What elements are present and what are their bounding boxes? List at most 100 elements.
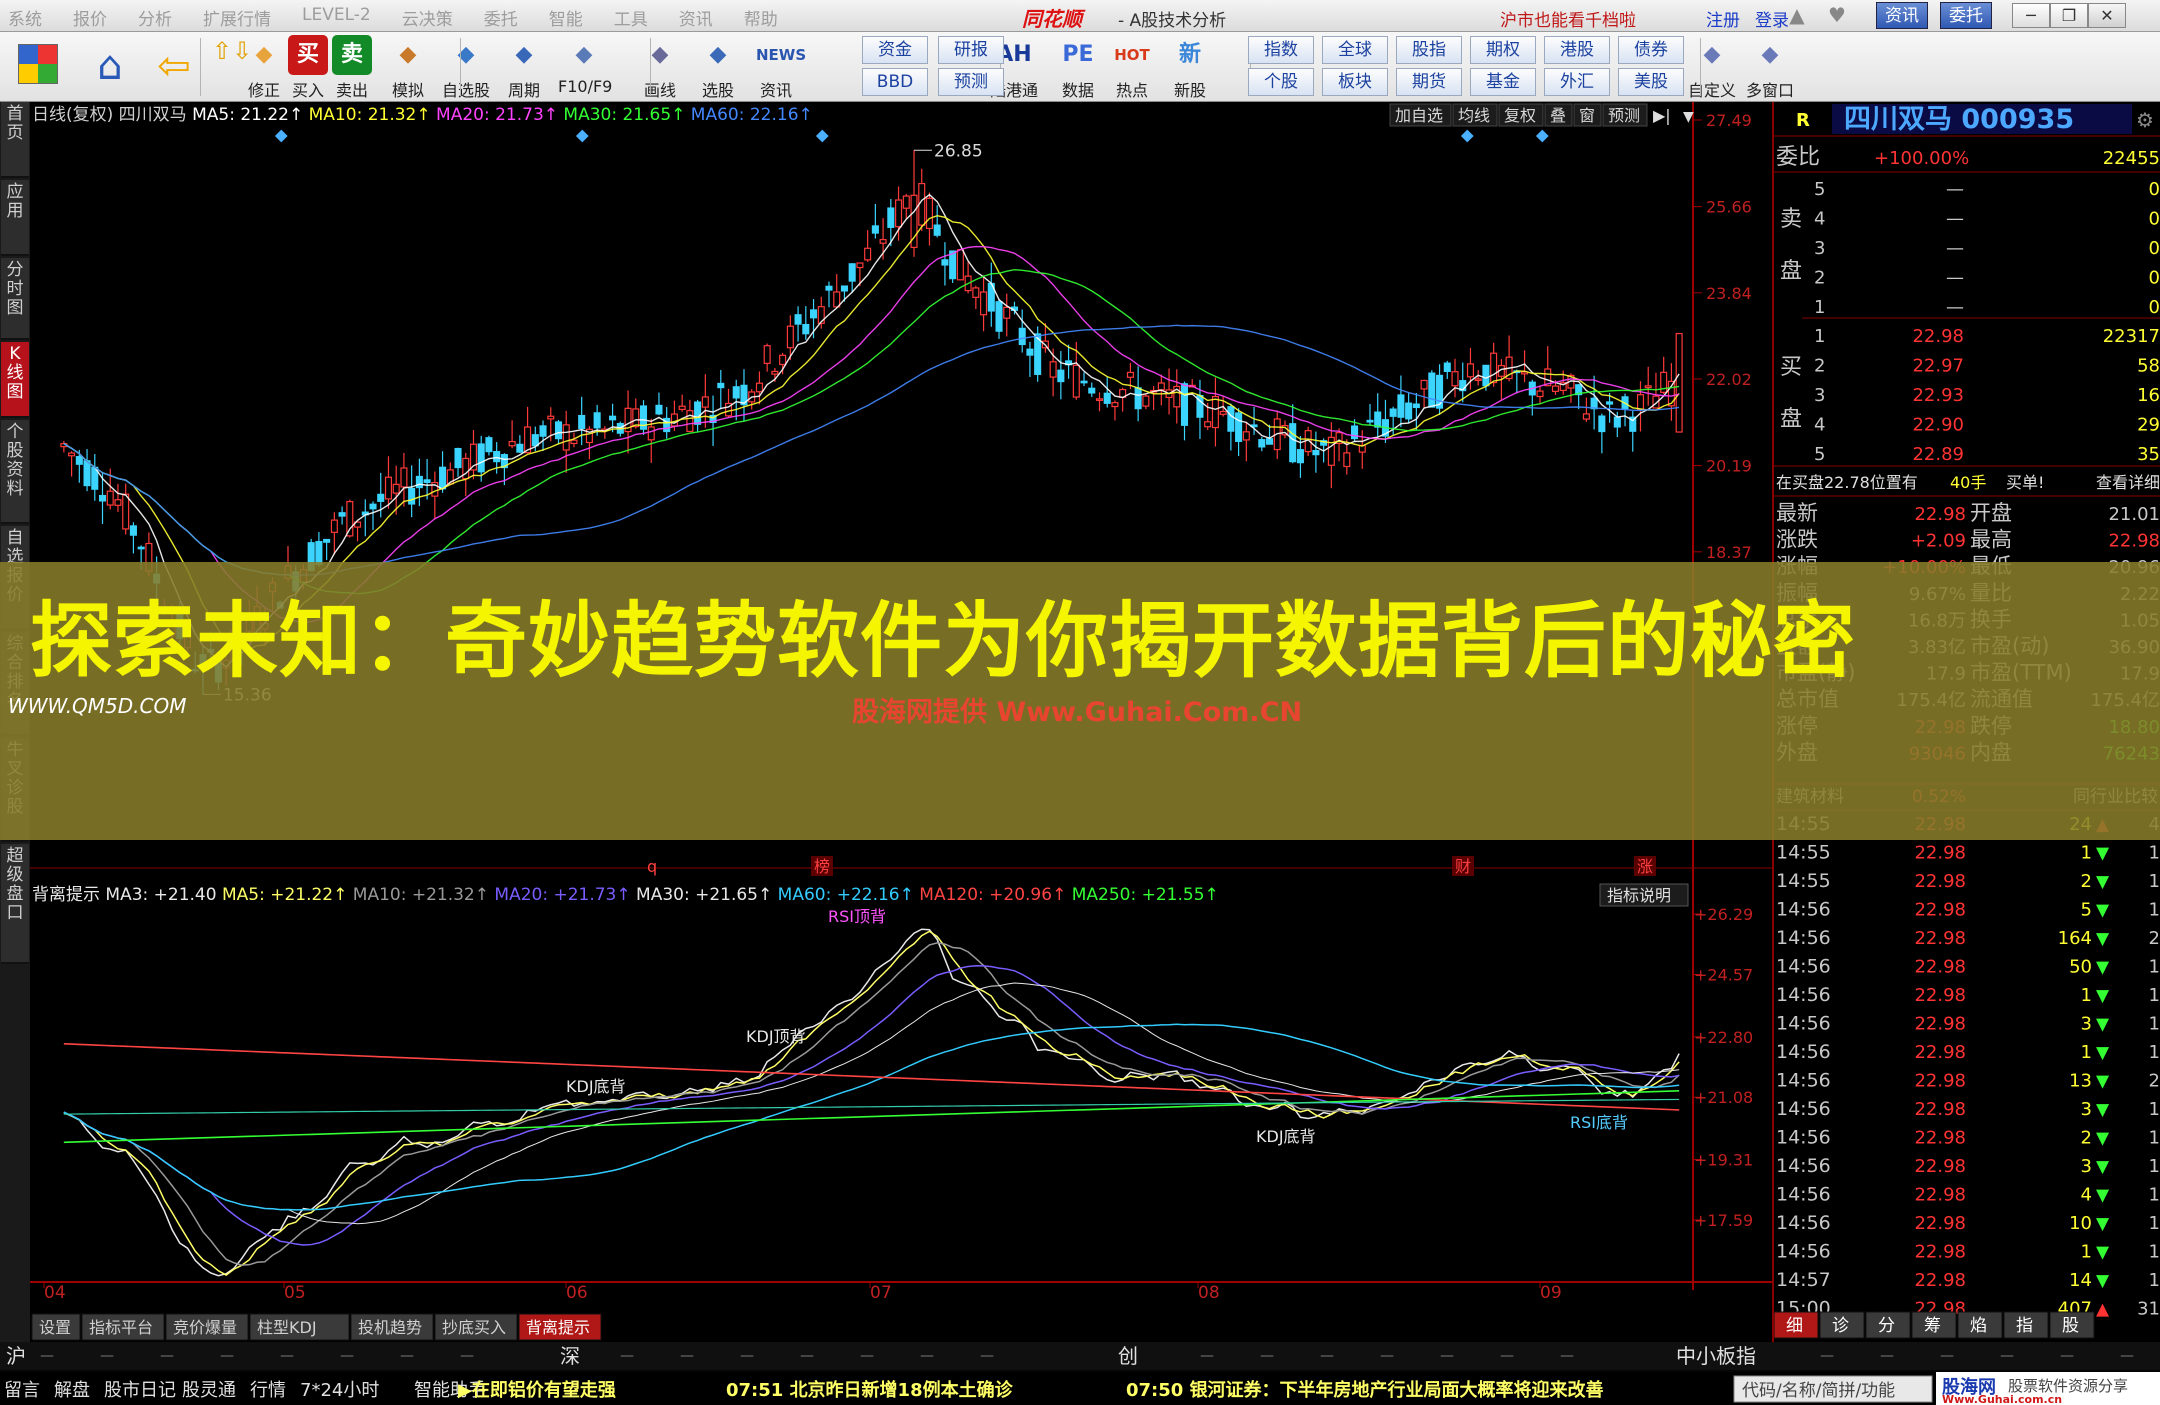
block-button-板块[interactable]: 板块 (1322, 68, 1388, 96)
settings-icon[interactable]: ⚙ (2136, 108, 2154, 132)
block-button-BBD[interactable]: BBD (862, 68, 928, 96)
status-link-7*24小时[interactable]: 7*24小时 (300, 1380, 379, 1401)
detail-tab-细[interactable]: 细 (1786, 1316, 1803, 1336)
search-placeholder[interactable]: 代码/名称/简拼/功能 (1742, 1381, 1895, 1401)
toolbar-button-自定义[interactable]: ◆ 自定义 (1686, 35, 1738, 101)
indicator-tab-背离提示[interactable]: 背离提示 (526, 1318, 590, 1337)
toolbar-button-热点[interactable]: HOT 热点 (1106, 35, 1158, 101)
detail-tab-分[interactable]: 分 (1878, 1316, 1895, 1336)
login-link[interactable]: 登录 (1755, 6, 1789, 31)
gift-icon[interactable]: ♥ (1825, 4, 1849, 26)
menu-item-3[interactable]: 扩展行情 (203, 5, 271, 30)
indicator-tab-指标平台[interactable]: 指标平台 (89, 1318, 153, 1337)
index-创[interactable]: 创 (1118, 1344, 1138, 1368)
index-中小板指[interactable]: 中小板指 (1676, 1344, 1756, 1368)
indicator-explain-button[interactable]: 指标说明 (1607, 886, 1671, 905)
chart-button-加自选[interactable]: 加自选 (1395, 106, 1443, 125)
event-marker-3[interactable]: 涨 (1637, 857, 1653, 876)
detail-tab-筹[interactable]: 筹 (1924, 1316, 1941, 1336)
detail-tab-诊[interactable]: 诊 (1832, 1316, 1849, 1336)
news-ticker-1[interactable]: ▶在即铝价有望走强 (458, 1379, 616, 1401)
block-button-期货[interactable]: 期货 (1396, 68, 1462, 96)
back-icon[interactable]: ⇦ (148, 40, 200, 92)
block-button-外汇[interactable]: 外汇 (1544, 68, 1610, 96)
sidebar-tab-2[interactable]: 分时图 (1, 258, 29, 340)
logo-icon[interactable] (18, 44, 58, 84)
sidebar-tab-8[interactable]: 超级盘口 (1, 844, 29, 964)
toolbar-button-模拟[interactable]: ◆ 模拟 (382, 35, 434, 101)
toolbar-button-卖出[interactable]: 卖卖出 (326, 35, 378, 101)
indicator-tab-柱型KDJ[interactable]: 柱型KDJ (257, 1318, 317, 1337)
block-button-个股[interactable]: 个股 (1248, 68, 1314, 96)
menu-item-8[interactable]: 工具 (614, 5, 648, 30)
sidebar-tab-4[interactable]: 个股资料 (1, 420, 29, 524)
toolbar-button-画线[interactable]: ◆ 画线 (634, 35, 686, 101)
block-button-港股[interactable]: 港股 (1544, 36, 1610, 64)
block-button-资金[interactable]: 资金 (862, 36, 928, 64)
promo-link[interactable]: 沪市也能看千档啦 (1500, 6, 1636, 31)
toolbar-button-数据[interactable]: PE 数据 (1052, 35, 1104, 101)
toolbar-button-资讯[interactable]: NEWS 资讯 (750, 35, 806, 101)
menu-item-9[interactable]: 资讯 (679, 5, 713, 30)
chart-button-预测[interactable]: 预测 (1608, 106, 1640, 125)
status-link-行情[interactable]: 行情 (250, 1380, 286, 1401)
toolbar-button-新股[interactable]: 新新股 (1164, 35, 1216, 101)
view-detail-link[interactable]: 查看详细 (2096, 473, 2160, 492)
toolbar-button-自选股[interactable]: ◆ 自选股 (440, 35, 492, 101)
sidebar-tab-3[interactable]: K线图 (1, 342, 29, 418)
menu-item-0[interactable]: 系统 (8, 5, 42, 30)
chart-nav-icon[interactable]: ▶| (1653, 106, 1671, 125)
maximize-button[interactable]: ❐ (2050, 3, 2088, 28)
sidebar-tab-0[interactable]: 首页 (1, 102, 29, 178)
menu-item-2[interactable]: 分析 (138, 5, 172, 30)
event-marker-0[interactable]: q (647, 857, 657, 876)
detail-tab-指[interactable]: 指 (2016, 1316, 2033, 1336)
home-icon[interactable]: ⌂ (84, 40, 136, 92)
news-ticker-3[interactable]: 07:50 银河证券：下半年房地产行业局面大概率将迎来改善 (1126, 1379, 1604, 1401)
chart-button-复权[interactable]: 复权 (1504, 106, 1536, 125)
event-marker-2[interactable]: 财 (1455, 857, 1471, 876)
register-link[interactable]: 注册 (1706, 6, 1740, 31)
block-button-研报[interactable]: 研报 (938, 36, 1004, 64)
menu-item-10[interactable]: 帮助 (744, 5, 778, 30)
block-button-债券[interactable]: 债券 (1618, 36, 1684, 64)
status-link-留言[interactable]: 留言 (4, 1380, 40, 1401)
detail-tab-股[interactable]: 股 (2062, 1316, 2079, 1336)
block-button-指数[interactable]: 指数 (1248, 36, 1314, 64)
chart-button-窗[interactable]: 窗 (1579, 106, 1595, 125)
block-button-美股[interactable]: 美股 (1618, 68, 1684, 96)
indicator-tab-竞价爆量[interactable]: 竞价爆量 (173, 1318, 237, 1337)
indicator-tab-抄底买入[interactable]: 抄底买入 (442, 1318, 506, 1337)
trade-button[interactable]: 委托 (1940, 2, 1992, 29)
menu-item-4[interactable]: LEVEL-2 (302, 5, 371, 30)
block-button-股指[interactable]: 股指 (1396, 36, 1462, 64)
event-marker-1[interactable]: 榜 (814, 857, 830, 876)
indicator-tab-投机趋势[interactable]: 投机趋势 (358, 1318, 422, 1337)
menu-item-1[interactable]: 报价 (73, 5, 107, 30)
block-button-全球[interactable]: 全球 (1322, 36, 1388, 64)
news-ticker-2[interactable]: 07:51 北京昨日新增18例本土确诊 (726, 1379, 1014, 1401)
detail-tab-焰[interactable]: 焰 (1970, 1316, 1987, 1336)
info-button[interactable]: 资讯 (1876, 2, 1928, 29)
menu-item-5[interactable]: 云决策 (402, 5, 453, 30)
chart-button-均线[interactable]: 均线 (1458, 106, 1490, 125)
menu-item-6[interactable]: 委托 (484, 5, 518, 30)
chart-button-叠[interactable]: 叠 (1550, 106, 1566, 125)
indicator-tab-设置[interactable]: 设置 (39, 1318, 71, 1337)
toolbar-button-多窗口[interactable]: ◆ 多窗口 (1744, 35, 1796, 101)
status-link-股灵通[interactable]: 股灵通 (182, 1380, 236, 1401)
bell-icon[interactable]: ▲ (1785, 4, 1809, 26)
index-沪[interactable]: 沪 (6, 1344, 26, 1368)
rights-icon[interactable]: R (1796, 110, 1810, 131)
toolbar-button-选股[interactable]: ◆ 选股 (692, 35, 744, 101)
menu-item-7[interactable]: 智能 (549, 5, 583, 30)
minimize-button[interactable]: ─ (2012, 3, 2050, 28)
block-button-预测[interactable]: 预测 (938, 68, 1004, 96)
block-button-基金[interactable]: 基金 (1470, 68, 1536, 96)
toolbar-button-周期[interactable]: ◆ 周期 (498, 35, 550, 101)
toolbar-button-F10/F9[interactable]: ◆ F10/F9 (558, 35, 612, 96)
sidebar-tab-1[interactable]: 应用 (1, 180, 29, 256)
index-深[interactable]: 深 (560, 1344, 580, 1368)
block-button-期权[interactable]: 期权 (1470, 36, 1536, 64)
close-button[interactable]: ✕ (2088, 3, 2126, 28)
